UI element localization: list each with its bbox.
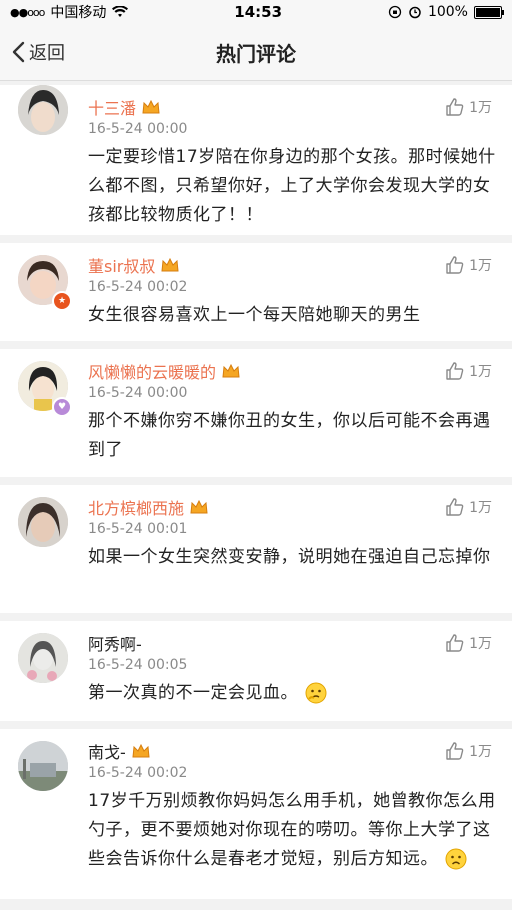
username[interactable]: 南戈-: [88, 739, 126, 763]
like-button[interactable]: 1万: [445, 361, 492, 381]
wifi-icon: [112, 6, 129, 17]
thumbs-up-icon: [446, 634, 464, 652]
navigation-bar: 返回 热门评论: [0, 24, 512, 81]
comment-item: ♥ 风懒懒的云暖暖的 1万 16-5-24 00:00 那个不嫌你穷不嫌你丑的女…: [0, 349, 512, 477]
name-row: 阿秀啊-: [88, 631, 496, 655]
thumbs-up-icon: [446, 498, 464, 516]
comment-time: 16-5-24 00:01: [88, 521, 188, 537]
like-count: 1万: [469, 100, 492, 116]
thinking-emoji-icon: [305, 682, 327, 704]
comment-text: 如果一个女生突然变安静，说明她在强迫自己忘掉你: [88, 547, 491, 567]
avatar[interactable]: [18, 741, 68, 791]
comment-time: 16-5-24 00:00: [88, 121, 188, 137]
thumbs-up-icon: [446, 742, 464, 760]
comment-text: 女生很容易喜欢上一个每天陪她聊天的男生: [88, 305, 421, 325]
vip-crown-icon: [190, 499, 208, 513]
carrier-name: 中国移动: [50, 5, 107, 21]
name-row: 南戈-: [88, 739, 496, 763]
thumbs-up-icon: [446, 98, 464, 116]
username[interactable]: 北方槟榔西施: [88, 495, 184, 519]
name-row: 董sir叔叔: [88, 253, 496, 277]
like-count: 1万: [469, 364, 492, 380]
comment-item: 南戈- 1万 16-5-24 00:02 17岁千万别烦教你妈妈怎么用手机，她曾…: [0, 729, 512, 899]
signal-strength-icon: ●●ooo: [10, 5, 45, 19]
status-bar: ●●ooo 中国移动 14:53 100%: [0, 0, 512, 24]
comment-time: 16-5-24 00:02: [88, 765, 188, 781]
username[interactable]: 十三潘: [88, 95, 136, 119]
comment-time: 16-5-24 00:02: [88, 279, 188, 295]
comment-text-wrapper: 第一次真的不一定会见血。: [88, 679, 496, 708]
comment-list: 十三潘 1万 16-5-24 00:00 一定要珍惜17岁陪在你身边的那个女孩。…: [0, 85, 512, 899]
comment-item: 十三潘 1万 16-5-24 00:00 一定要珍惜17岁陪在你身边的那个女孩。…: [0, 85, 512, 235]
avatar[interactable]: [18, 497, 68, 547]
battery-percent: 100%: [427, 4, 468, 20]
comment-item: ★ 董sir叔叔 1万 16-5-24 00:02 女生很容易喜欢上一个每天陪她…: [0, 243, 512, 341]
like-button[interactable]: 1万: [445, 97, 492, 117]
vip-crown-icon: [161, 257, 179, 271]
comment-text: 一定要珍惜17岁陪在你身边的那个女孩。那时候她什么都不图，只希望你好，上了大学你…: [88, 147, 496, 225]
name-row: 风懒懒的云暖暖的: [88, 359, 496, 383]
username[interactable]: 阿秀啊-: [88, 631, 142, 655]
comment-text: 第一次真的不一定会见血。: [88, 683, 298, 703]
chevron-left-icon: [12, 41, 25, 63]
name-row: 北方槟榔西施: [88, 495, 496, 519]
comment-text: 17岁千万别烦教你妈妈怎么用手机，她曾教你怎么用勺子，更不要烦她对你现在的唠叨。…: [88, 791, 496, 869]
back-button[interactable]: 返回: [0, 39, 65, 65]
sad-emoji-icon: [445, 848, 467, 870]
username[interactable]: 董sir叔叔: [88, 253, 155, 277]
vip-crown-icon: [222, 363, 240, 377]
back-label: 返回: [29, 43, 65, 64]
comment-time: 16-5-24 00:05: [88, 657, 188, 673]
like-count: 1万: [469, 258, 492, 274]
page-title: 热门评论: [216, 41, 296, 66]
like-button[interactable]: 1万: [445, 633, 492, 653]
avatar[interactable]: [18, 633, 68, 683]
vip-crown-icon: [132, 743, 150, 757]
thumbs-up-icon: [446, 256, 464, 274]
status-left: ●●ooo 中国移动: [10, 2, 129, 22]
verified-badge-icon: ★: [52, 291, 72, 311]
like-button[interactable]: 1万: [445, 255, 492, 275]
thumbs-up-icon: [446, 362, 464, 380]
name-row: 十三潘: [88, 95, 496, 119]
orientation-lock-icon: [388, 5, 402, 19]
comment-time: 16-5-24 00:00: [88, 385, 188, 401]
username[interactable]: 风懒懒的云暖暖的: [88, 359, 216, 383]
comment-text-wrapper: 17岁千万别烦教你妈妈怎么用手机，她曾教你怎么用勺子，更不要烦她对你现在的唠叨。…: [88, 787, 496, 874]
comment-item: 阿秀啊- 1万 16-5-24 00:05 第一次真的不一定会见血。: [0, 621, 512, 721]
like-count: 1万: [469, 744, 492, 760]
status-time: 14:53: [234, 3, 283, 21]
vip-crown-icon: [142, 99, 160, 113]
comment-text: 那个不嫌你穷不嫌你丑的女生，你以后可能不会再遇到了: [88, 411, 491, 460]
comment-item: 北方槟榔西施 1万 16-5-24 00:01 如果一个女生突然变安静，说明她在…: [0, 485, 512, 613]
battery-icon: [473, 5, 504, 19]
like-count: 1万: [469, 636, 492, 652]
verified-badge-icon: ♥: [52, 397, 72, 417]
status-right: 100%: [388, 4, 504, 20]
like-count: 1万: [469, 500, 492, 516]
alarm-icon: [409, 6, 421, 19]
like-button[interactable]: 1万: [445, 741, 492, 761]
like-button[interactable]: 1万: [445, 497, 492, 517]
avatar[interactable]: [18, 85, 68, 135]
